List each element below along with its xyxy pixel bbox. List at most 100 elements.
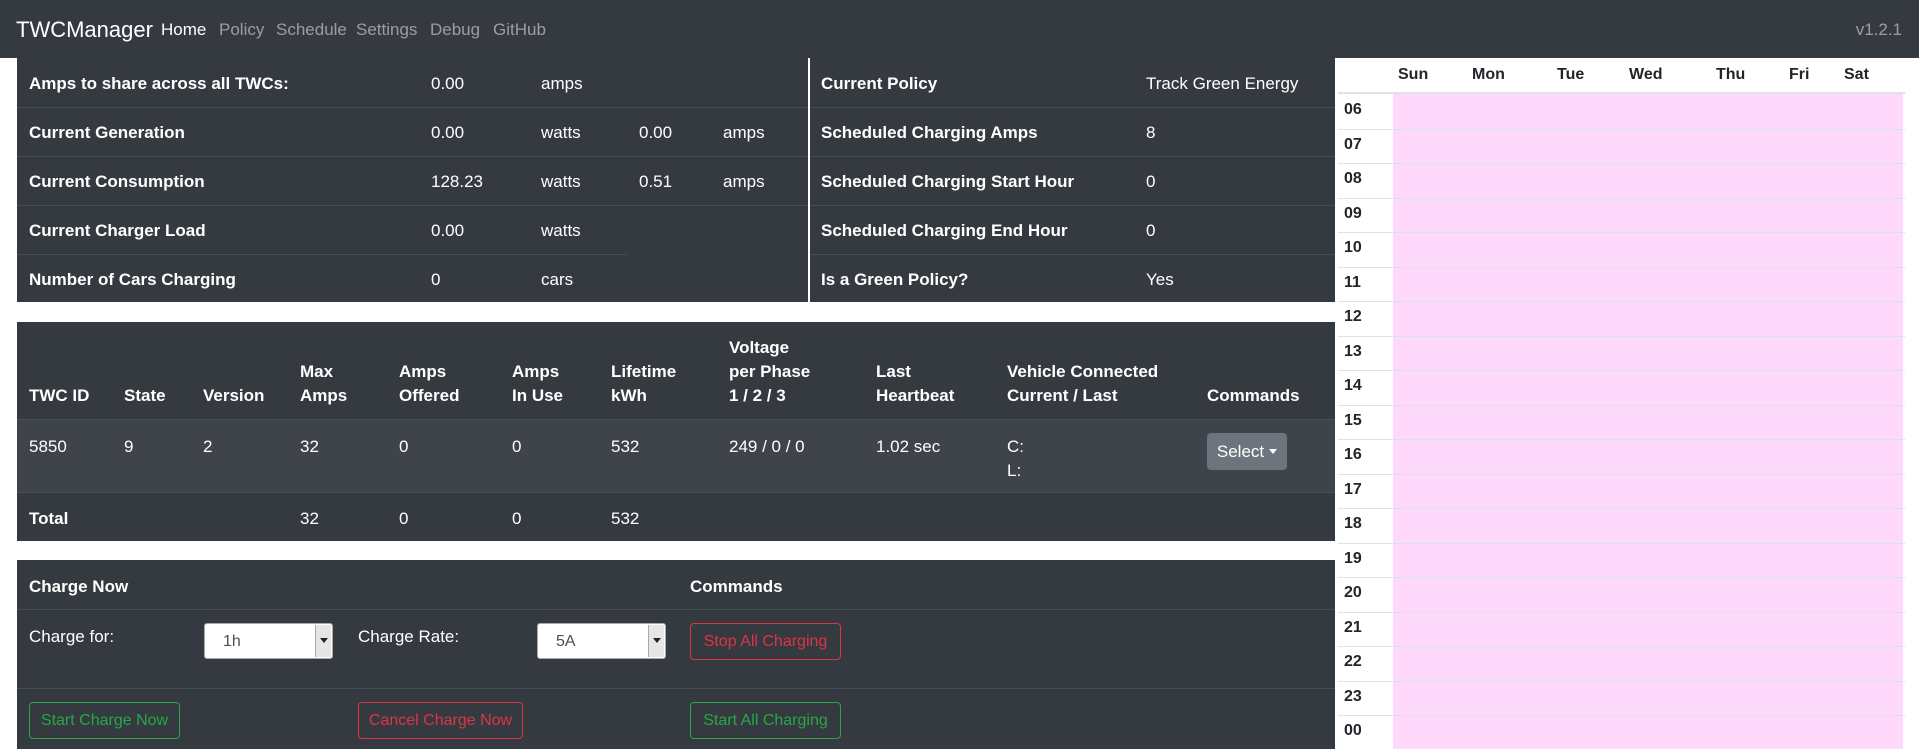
row-divider (17, 609, 1335, 610)
summary-label: Number of Cars Charging (29, 270, 236, 289)
version-label: v1.2.1 (1855, 20, 1902, 39)
col-header-vehicle: Vehicle Connected Current / Last (1007, 362, 1159, 405)
policy-value: 0 (1146, 221, 1156, 240)
table-row (17, 420, 1335, 492)
col-header-twc-id: TWC ID (29, 386, 90, 405)
row-divider (1338, 474, 1905, 475)
hour-label: 07 (1344, 136, 1362, 153)
row-divider (1338, 681, 1905, 682)
policy-label: Scheduled Charging Amps (821, 123, 1038, 142)
summary-value: 128.23 (431, 172, 483, 191)
hour-label: 06 (1344, 101, 1362, 118)
row-divider (1338, 612, 1905, 613)
col-header-voltage: Voltage per Phase 1 / 2 / 3 (729, 338, 811, 405)
schedule-grid: Sun Mon Tue Wed Thu Fri Sat 06 07 08 09 … (1338, 58, 1905, 749)
cell-amps-in-use: 0 (512, 437, 522, 456)
total-amps-in-use: 0 (512, 509, 522, 528)
col-header-version: Version (203, 386, 265, 405)
twc-table: TWC ID State Version Max Amps Amps Offered… (17, 322, 1335, 541)
summary-unit: watts (541, 221, 581, 240)
hour-label: 00 (1344, 722, 1362, 739)
row-divider (1338, 715, 1905, 716)
summary-label: Current Consumption (29, 172, 205, 191)
col-header-max-amps: Max Amps (300, 362, 348, 405)
dropdown-arrow-icon (648, 625, 664, 657)
cell-voltage: 249 / 0 / 0 (729, 437, 805, 456)
hour-label: 21 (1344, 619, 1362, 636)
summary-unit: amps (723, 123, 765, 142)
policy-value: 0 (1146, 172, 1156, 191)
summary-value: 0 (431, 270, 441, 289)
policy-label: Scheduled Charging End Hour (821, 221, 1068, 240)
policy-value: Track Green Energy (1146, 74, 1299, 93)
charge-now-title: Charge Now (29, 577, 129, 596)
start-all-charging-button[interactable]: Start All Charging (690, 702, 841, 739)
hour-label: 15 (1344, 412, 1362, 429)
total-max-amps: 32 (300, 509, 319, 528)
nav-debug[interactable]: Debug (430, 20, 480, 40)
brand-logo[interactable]: TWCManager (16, 17, 153, 43)
hour-label: 23 (1344, 688, 1362, 705)
charge-rate-value: 5A (556, 633, 576, 650)
row-divider (1338, 405, 1905, 406)
cell-lifetime-kwh: 532 (611, 437, 640, 456)
summary-panel: Amps to share across all TWCs: 0.00 amps… (17, 58, 808, 302)
hour-label: 16 (1344, 446, 1362, 463)
hour-label: 08 (1344, 170, 1362, 187)
summary-label: Amps to share across all TWCs: (29, 74, 289, 93)
charge-rate-select[interactable]: 5A (537, 623, 666, 659)
row-divider (1338, 129, 1905, 130)
nav-settings[interactable]: Settings (356, 20, 417, 40)
policy-value: 8 (1146, 123, 1156, 142)
row-divider (1338, 198, 1905, 199)
row-divider (1338, 543, 1905, 544)
row-divider (810, 156, 1335, 157)
hour-label: 11 (1344, 274, 1361, 291)
charge-for-value: 1h (223, 633, 241, 650)
charge-for-label: Charge for: (29, 627, 115, 646)
row-divider (17, 107, 808, 108)
row-divider (1338, 163, 1905, 164)
nav-home[interactable]: Home (161, 20, 206, 40)
nav-schedule[interactable]: Schedule (276, 20, 347, 40)
policy-label: Is a Green Policy? (821, 270, 969, 289)
day-header: Wed (1629, 66, 1663, 83)
summary-value: 0.00 (431, 74, 465, 93)
start-charge-now-button[interactable]: Start Charge Now (29, 702, 180, 739)
summary-unit: cars (541, 270, 574, 289)
row-divider (17, 254, 627, 255)
nav-policy[interactable]: Policy (219, 20, 264, 40)
day-header: Tue (1557, 66, 1585, 83)
hour-label: 13 (1344, 343, 1362, 360)
navbar: TWCManager Home Policy Schedule Settings… (0, 0, 1919, 58)
nav-github[interactable]: GitHub (493, 20, 546, 40)
row-divider (1338, 577, 1905, 578)
row-divider (1338, 267, 1905, 268)
twc-command-select-button[interactable]: Select (1207, 433, 1287, 470)
summary-label: Current Generation (29, 123, 185, 142)
day-header: Thu (1716, 66, 1746, 83)
header-divider (1338, 92, 1905, 94)
day-header: Mon (1472, 66, 1505, 83)
cell-vehicle-current: C: (1007, 437, 1024, 456)
row-divider (17, 156, 808, 157)
col-header-last-heartbeat: Last Heartbeat (876, 362, 955, 405)
charge-for-select[interactable]: 1h (204, 623, 333, 659)
day-header: Sat (1844, 66, 1869, 83)
row-divider (17, 688, 1335, 689)
row-divider (1338, 370, 1905, 371)
cancel-charge-now-button[interactable]: Cancel Charge Now (358, 702, 523, 739)
policy-value: Yes (1146, 270, 1174, 289)
policy-label: Current Policy (821, 74, 938, 93)
summary-value: 0.00 (431, 123, 465, 142)
summary-value: 0.00 (639, 123, 673, 142)
total-lifetime-kwh: 532 (611, 509, 640, 528)
stop-all-charging-button[interactable]: Stop All Charging (690, 623, 841, 660)
row-divider (810, 254, 1335, 255)
day-header: Sun (1398, 66, 1429, 83)
cell-twc-id: 5850 (29, 437, 67, 456)
policy-panel: Current Policy Track Green Energy Schedu… (810, 58, 1335, 302)
row-divider (810, 205, 1335, 206)
summary-unit: watts (541, 172, 581, 191)
cell-vehicle-last: L: (1007, 461, 1022, 480)
